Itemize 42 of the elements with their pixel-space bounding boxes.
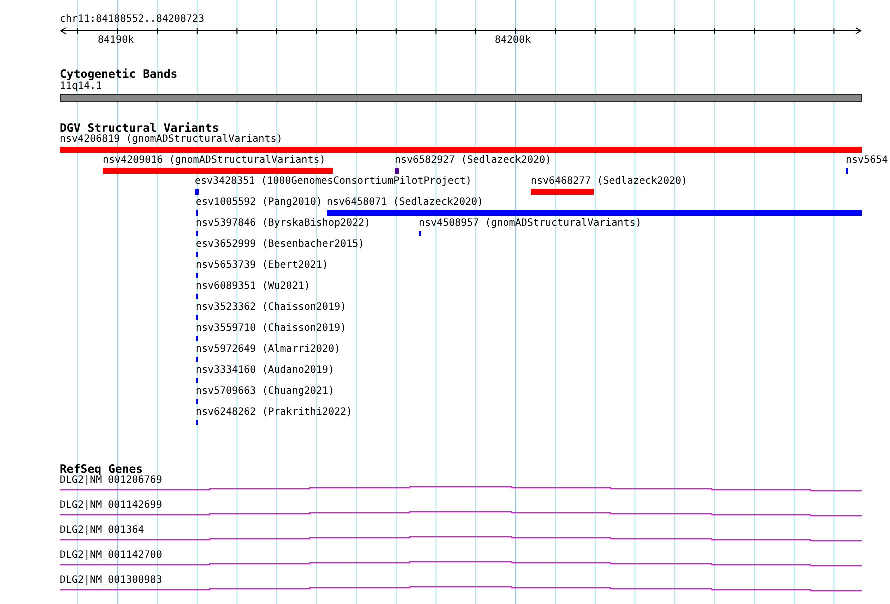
variant-label[interactable]: esv3652999 (Besenbacher2015) xyxy=(196,239,365,251)
track-title: DGV Structural Variants xyxy=(60,122,220,134)
variant-label[interactable]: nsv3559710 (Chaisson2019) xyxy=(196,323,347,335)
gene-line[interactable] xyxy=(60,512,862,516)
tick-label: 84200k xyxy=(495,35,532,47)
gene-label[interactable]: DLG2|NM_001142699 xyxy=(60,500,162,512)
track-title: RefSeq Genes xyxy=(60,463,144,475)
variant-label[interactable]: nsv6089351 (Wu2021) xyxy=(196,281,310,293)
variant-bar[interactable] xyxy=(395,168,399,174)
track-title: Cytogenetic Bands xyxy=(60,68,178,80)
variant-label[interactable]: nsv6248262 (Prakrithi2022) xyxy=(196,407,353,419)
gene-line[interactable] xyxy=(60,586,862,592)
variant-label[interactable]: nsv4206819 (gnomADStructuralVariants) xyxy=(60,134,283,146)
region-label: chr11:84188552..84208723 xyxy=(60,14,204,26)
gene-line[interactable] xyxy=(60,486,862,492)
variant-label[interactable]: nsv5397846 (ByrskaBishop2022) xyxy=(196,218,371,230)
variant-label[interactable]: nsv6582927 (Sedlazeck2020) xyxy=(395,155,552,167)
gene-label[interactable]: DLG2|NM_001364 xyxy=(60,525,144,537)
variant-label[interactable]: nsv4209016 (gnomADStructuralVariants) xyxy=(103,155,326,167)
variant-bar[interactable] xyxy=(103,168,333,174)
gene-label[interactable]: DLG2|NM_001142700 xyxy=(60,550,162,562)
variant-bar[interactable] xyxy=(60,147,862,153)
variant-label[interactable]: nsv6468277 (Sedlazeck2020) xyxy=(531,176,688,188)
variant-label[interactable]: nsv5653739 (Ebert2021) xyxy=(196,260,328,272)
variant-label[interactable]: esv3428351 (1000GenomesConsortiumPilotProject) xyxy=(195,176,472,188)
variant-bar[interactable] xyxy=(195,189,199,195)
band-label: 11q14.1 xyxy=(60,81,102,93)
variant-label[interactable]: nsv5709663 (Chuang2021) xyxy=(196,386,334,398)
variant-label[interactable]: nsv5972649 (Almarri2020) xyxy=(196,344,340,356)
variant-label[interactable]: nsv3334160 (Audano2019) xyxy=(196,365,334,377)
gene-line[interactable] xyxy=(60,536,862,542)
gene-label[interactable]: DLG2|NM_001206769 xyxy=(60,475,162,487)
gene-line[interactable] xyxy=(60,562,862,566)
variant-label[interactable]: nsv4508957 (gnomADStructuralVariants) xyxy=(419,218,642,230)
variant-label[interactable]: nsv6458071 (Sedlazeck2020) xyxy=(327,197,484,209)
variant-bar[interactable] xyxy=(327,210,862,216)
gene-label[interactable]: DLG2|NM_001300983 xyxy=(60,575,162,587)
variant-bar[interactable] xyxy=(531,189,594,195)
variant-label[interactable]: nsv3523362 (Chaisson2019) xyxy=(196,302,347,314)
tick-label: 84190k xyxy=(98,35,134,47)
variant-label[interactable]: nsv5654 xyxy=(846,155,888,167)
variant-label[interactable]: esv1005592 (Pang2010) xyxy=(196,197,322,209)
